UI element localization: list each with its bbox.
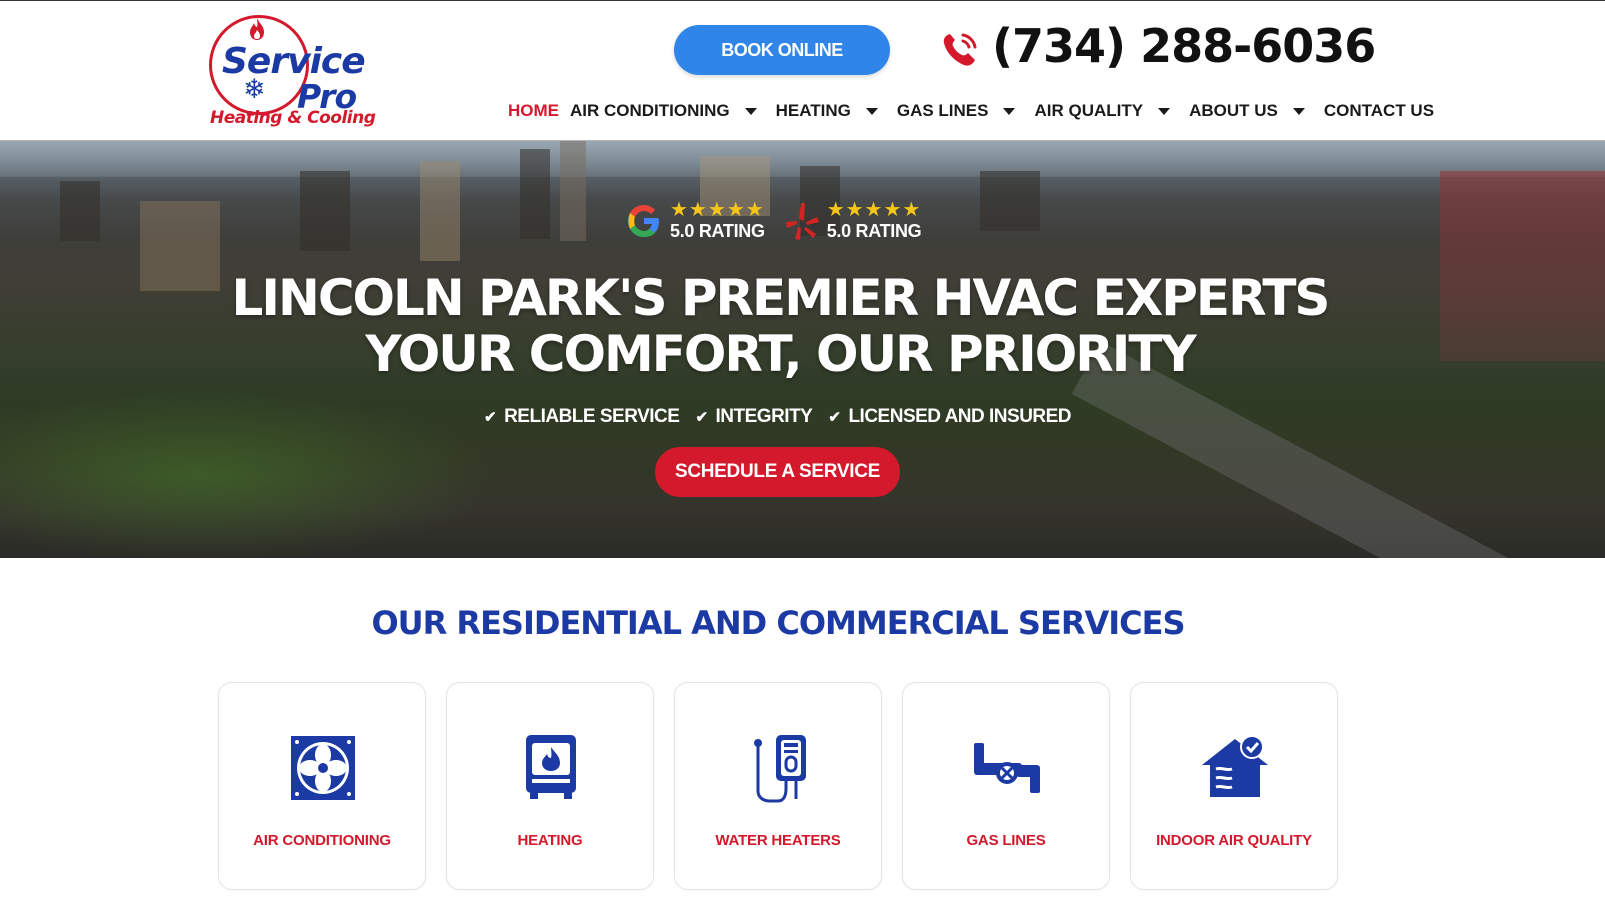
nav-label: HEATING: [775, 101, 851, 120]
phone-icon[interactable]: [938, 28, 982, 72]
main-nav: HOME AIR CONDITIONING HEATING GAS LINES …: [508, 99, 1453, 123]
rating-stack: ★★★★★ 5.0 RATING: [670, 200, 765, 242]
service-card-indoor-air-quality[interactable]: INDOOR AIR QUALITY: [1130, 682, 1338, 890]
five-stars: ★★★★★: [826, 199, 922, 221]
hero-banner: ★★★★★ 5.0 RATING ★★★★★ 5.0 RATING LINCOL…: [0, 141, 1605, 558]
flame-icon: [250, 18, 264, 40]
nav-label: ABOUT US: [1189, 101, 1278, 120]
house-air-icon: [1202, 735, 1268, 797]
nav-label: AIR QUALITY: [1034, 101, 1144, 120]
phone-number-link[interactable]: (734) 288-6036: [992, 19, 1376, 73]
gas-pipe-icon: [974, 743, 1040, 793]
nav-heating[interactable]: HEATING: [776, 101, 878, 121]
checkmark-icon: ✔: [484, 409, 497, 426]
services-grid: AIR CONDITIONING HEATING WATER HEATERS G…: [218, 682, 1358, 890]
book-online-button[interactable]: BOOK ONLINE: [674, 25, 890, 75]
skyline-building: [560, 141, 586, 241]
rating-stack: ★★★★★ 5.0 RATING: [827, 200, 922, 242]
nav-label: CONTACT US: [1323, 101, 1435, 120]
service-card-water-heaters[interactable]: WATER HEATERS: [674, 682, 882, 890]
google-rating[interactable]: ★★★★★ 5.0 RATING: [624, 200, 765, 242]
service-card-label: HEATING: [517, 832, 583, 849]
logo-tagline: Heating & Cooling: [210, 108, 376, 128]
caret-down-icon[interactable]: [1292, 107, 1305, 115]
caret-down-icon[interactable]: [744, 107, 757, 115]
skyline-building: [60, 181, 100, 241]
yelp-icon: [785, 203, 819, 240]
fan-unit-icon: [291, 736, 355, 800]
caret-down-icon[interactable]: [865, 107, 878, 115]
five-stars: ★★★★★: [670, 199, 765, 221]
caret-down-icon[interactable]: [1003, 107, 1016, 115]
park-greenery: [0, 391, 500, 558]
value-prop-item: ✔ INTEGRITY: [695, 406, 812, 428]
hero-headline: LINCOLN PARK'S PREMIER HVAC EXPERTS: [231, 269, 1331, 327]
furnace-icon: [526, 735, 576, 799]
skyline-building: [420, 161, 460, 261]
service-card-air-conditioning[interactable]: AIR CONDITIONING: [218, 682, 426, 890]
hero-subheadline: YOUR COMFORT, OUR PRIORITY: [365, 325, 1196, 383]
water-heater-icon: [754, 735, 806, 803]
value-props: ✔ RELIABLE SERVICE ✔ INTEGRITY ✔ LICENSED A…: [484, 405, 1087, 429]
rating-label: 5.0 RATING: [826, 221, 922, 241]
nav-air-quality[interactable]: AIR QUALITY: [1034, 101, 1171, 121]
service-pro-logo[interactable]: Service ❄ Pro Heating & Cooling: [205, 13, 376, 131]
yelp-rating[interactable]: ★★★★★ 5.0 RATING: [785, 200, 922, 242]
nav-home[interactable]: HOME: [508, 101, 559, 121]
value-prop-item: ✔ LICENSED AND INSURED: [828, 406, 1071, 428]
nav-label: AIR CONDITIONING: [570, 101, 730, 120]
google-icon: [628, 205, 659, 237]
value-prop-item: ✔ RELIABLE SERVICE: [484, 406, 680, 428]
nav-air-conditioning[interactable]: AIR CONDITIONING: [570, 101, 757, 121]
nav-contact-us[interactable]: CONTACT US: [1324, 101, 1434, 121]
service-card-gas-lines[interactable]: GAS LINES: [902, 682, 1110, 890]
service-card-label: WATER HEATERS: [715, 832, 841, 849]
service-card-label: GAS LINES: [966, 832, 1046, 849]
skyline-building: [520, 149, 550, 239]
service-card-label: AIR CONDITIONING: [253, 832, 391, 849]
checkmark-icon: ✔: [828, 409, 841, 426]
checkmark-icon: ✔: [695, 409, 708, 426]
nav-label: HOME: [508, 101, 559, 120]
nav-about-us[interactable]: ABOUT US: [1189, 101, 1305, 121]
snowflake-icon: ❄: [243, 74, 266, 104]
value-prop-label: INTEGRITY: [715, 406, 813, 427]
service-card-label: INDOOR AIR QUALITY: [1156, 832, 1312, 849]
schedule-service-button[interactable]: SCHEDULE A SERVICE: [655, 447, 900, 497]
nav-gas-lines[interactable]: GAS LINES: [897, 101, 1016, 121]
value-prop-label: RELIABLE SERVICE: [504, 406, 680, 427]
site-header: Service ❄ Pro Heating & Cooling BOOK ONL…: [0, 0, 1605, 141]
services-heading: OUR RESIDENTIAL AND COMMERCIAL SERVICES: [371, 604, 1185, 642]
value-prop-label: LICENSED AND INSURED: [848, 406, 1072, 427]
ratings-strip: ★★★★★ 5.0 RATING ★★★★★ 5.0 RATING: [624, 199, 941, 243]
rating-label: 5.0 RATING: [670, 221, 765, 241]
caret-down-icon[interactable]: [1158, 107, 1171, 115]
service-card-heating[interactable]: HEATING: [446, 682, 654, 890]
skyline-building: [980, 171, 1040, 231]
skyline-building: [300, 171, 350, 251]
nav-label: GAS LINES: [896, 101, 989, 120]
